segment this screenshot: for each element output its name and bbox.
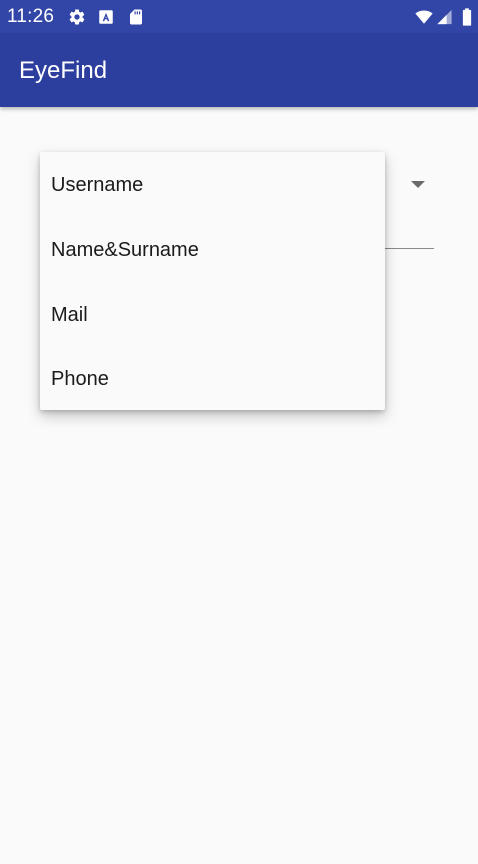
- settings-icon: [69, 9, 85, 25]
- sd-card-icon: [130, 9, 142, 25]
- app-bar: EyeFind: [0, 33, 478, 107]
- dropdown-option-label: Mail: [51, 304, 88, 326]
- signal-icon: [437, 9, 452, 25]
- dropdown-option-label: Name&Surname: [51, 239, 199, 261]
- status-bar: 11:26: [0, 0, 478, 33]
- dropdown-option-phone[interactable]: Phone: [40, 346, 385, 411]
- dropdown-option-mail[interactable]: Mail: [40, 282, 385, 347]
- a-box-icon: [99, 10, 113, 24]
- dropdown-option-username[interactable]: Username: [40, 152, 385, 217]
- dropdown-arrow-icon[interactable]: [411, 181, 425, 189]
- dropdown-option-name-surname[interactable]: Name&Surname: [40, 217, 385, 282]
- status-time: 11:26: [7, 6, 55, 27]
- spinner-underline: [385, 248, 434, 249]
- dropdown-option-label: Phone: [51, 368, 109, 390]
- dropdown-menu: Username Name&Surname Mail Phone: [40, 152, 385, 410]
- wifi-icon: [415, 10, 433, 24]
- app-title: EyeFind: [19, 57, 108, 84]
- battery-icon: [462, 8, 472, 26]
- dropdown-option-label: Username: [51, 174, 144, 196]
